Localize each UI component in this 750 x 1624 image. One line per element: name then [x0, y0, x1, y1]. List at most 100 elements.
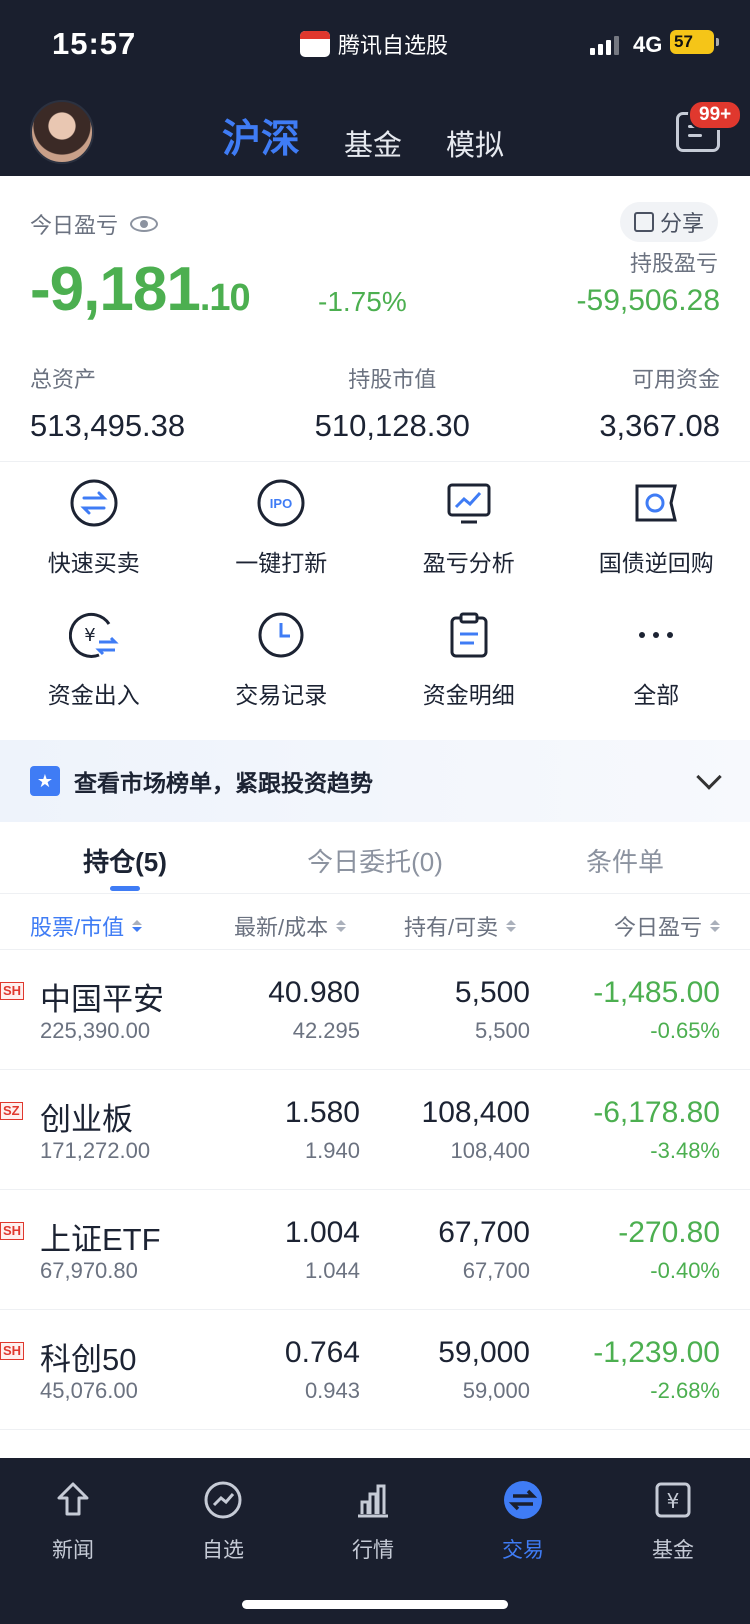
- cost-price: 1.940: [304, 1138, 360, 1163]
- today-pnl: -270.80: [618, 1216, 720, 1249]
- top-bar: 15:57 腾讯自选股 4G 57 沪深 基金 模拟 99+: [0, 0, 750, 176]
- sort-icon: [336, 920, 347, 932]
- nav-fund[interactable]: ¥ 基金: [633, 1480, 713, 1564]
- holding-pnl-value: -59,506.28: [576, 284, 720, 317]
- sort-price-cost[interactable]: 最新/成本: [234, 910, 347, 942]
- app-logo-icon: [300, 31, 330, 57]
- table-row[interactable]: SH 中国平安 225,390.00 40.980 42.295 5,500 5…: [0, 950, 750, 1070]
- action-label: 资金明细: [422, 682, 515, 708]
- avatar[interactable]: [30, 100, 94, 164]
- watchlist-icon: [203, 1480, 243, 1520]
- tab-today-orders[interactable]: 今日委托(0): [250, 822, 500, 893]
- nav-watchlist[interactable]: 自选: [183, 1480, 263, 1564]
- action-fund-details[interactable]: 资金明细: [375, 608, 563, 710]
- table-row[interactable]: SH 上证ETF 67,970.80 1.004 1.044 67,700 67…: [0, 1190, 750, 1310]
- action-grid: 快速买卖 IPO 一键打新 盈亏分析 国债逆回购 ¥ 资金出入 交易记录 资金明…: [0, 476, 750, 710]
- chevron-down-icon[interactable]: [696, 764, 722, 790]
- table-row[interactable]: SZ 创业板 171,272.00 1.580 1.940 108,400 10…: [0, 1070, 750, 1190]
- tab-positions[interactable]: 持仓(5): [0, 822, 250, 893]
- table-row[interactable]: SH 科创50 45,076.00 0.764 0.943 59,000 59,…: [0, 1310, 750, 1430]
- action-quick-trade[interactable]: 快速买卖: [0, 476, 188, 578]
- app-name: 腾讯自选股: [300, 28, 448, 60]
- stock-name: 科创50: [40, 1342, 137, 1377]
- holding-qty: 59,000: [438, 1336, 530, 1369]
- ipo-icon: IPO: [254, 476, 308, 530]
- clock-icon: [254, 608, 308, 662]
- column-label: 最新/成本: [234, 915, 329, 940]
- sort-today-pnl[interactable]: 今日盈亏: [614, 910, 720, 942]
- action-pnl-analysis[interactable]: 盈亏分析: [375, 476, 563, 578]
- tab-conditional-orders[interactable]: 条件单: [500, 822, 750, 893]
- swap-icon: [67, 476, 121, 530]
- market-value: 45,076.00: [40, 1378, 138, 1403]
- market-value-value: 510,128.30: [314, 408, 470, 443]
- action-label: 交易记录: [235, 682, 328, 708]
- today-pnl: -1,239.00: [593, 1336, 720, 1369]
- nav-label: 自选: [202, 1539, 244, 1562]
- today-pnl-pct: -1.75%: [318, 286, 407, 317]
- fund-icon: ¥: [653, 1480, 693, 1520]
- action-ipo[interactable]: IPO 一键打新: [188, 476, 376, 578]
- more-icon: [629, 608, 683, 662]
- total-assets-label: 总资产: [30, 367, 97, 392]
- today-pnl-pct: -3.48%: [650, 1138, 720, 1163]
- sort-stock-value[interactable]: 股票/市值: [30, 910, 143, 942]
- market-rank-banner[interactable]: ★ 查看市场榜单，紧跟投资趋势: [0, 740, 750, 822]
- action-reverse-repo[interactable]: 国债逆回购: [563, 476, 750, 578]
- market-tag: SH: [0, 1222, 25, 1240]
- position-tabs: 持仓(5) 今日委托(0) 条件单: [0, 822, 750, 894]
- cost-price: 0.943: [304, 1378, 360, 1403]
- column-label: 今日盈亏: [613, 915, 702, 940]
- stock-name: 上证ETF: [40, 1222, 161, 1257]
- today-pnl-int: -9,181: [30, 255, 201, 324]
- nav-market[interactable]: 行情: [333, 1480, 413, 1564]
- pnl-summary: 今日盈亏 分享 -9,181.10 -1.75% 持股盈亏 -59,506.28…: [0, 176, 750, 462]
- latest-price: 1.004: [284, 1216, 360, 1249]
- tab-fund[interactable]: 基金: [344, 122, 402, 164]
- action-all[interactable]: 全部: [563, 608, 750, 710]
- action-label: 快速买卖: [47, 550, 140, 576]
- market-tag: SZ: [0, 1102, 23, 1120]
- today-pnl-pct: -0.40%: [650, 1258, 720, 1283]
- banner-text: 查看市场榜单，紧跟投资趋势: [74, 770, 373, 796]
- action-label: 一键打新: [235, 550, 328, 576]
- available-qty: 108,400: [450, 1138, 530, 1163]
- today-pnl-pct: -0.65%: [650, 1018, 720, 1043]
- nav-label: 新闻: [52, 1539, 94, 1562]
- sort-qty-avail[interactable]: 持有/可卖: [404, 910, 517, 942]
- action-label: 盈亏分析: [422, 550, 515, 576]
- share-button[interactable]: 分享: [620, 202, 719, 242]
- asset-stats: 总资产 513,495.38 持股市值 510,128.30 可用资金 3,36…: [30, 362, 720, 444]
- home-indicator[interactable]: [242, 1600, 508, 1609]
- action-trade-records[interactable]: 交易记录: [188, 608, 376, 710]
- action-label: 国债逆回购: [598, 550, 714, 576]
- cash-value: 3,367.08: [599, 408, 720, 443]
- market-tabs: 沪深 基金 模拟: [222, 108, 504, 164]
- action-label: 资金出入: [47, 682, 140, 708]
- today-pnl: -1,485.00: [593, 976, 720, 1009]
- monitor-chart-icon: [442, 476, 496, 530]
- market-icon: [353, 1480, 393, 1520]
- market-value-label: 持股市值: [348, 367, 437, 392]
- action-fund-transfer[interactable]: ¥ 资金出入: [0, 608, 188, 710]
- message-badge: 99+: [688, 100, 743, 130]
- news-icon: [53, 1480, 93, 1520]
- eye-icon[interactable]: [130, 216, 159, 232]
- market-tag: SH: [0, 1342, 25, 1360]
- available-qty: 67,700: [462, 1258, 530, 1283]
- market-value: 171,272.00: [40, 1138, 151, 1163]
- nav-trade[interactable]: 交易: [483, 1480, 563, 1564]
- column-label: 股票/市值: [30, 915, 125, 940]
- table-header: 股票/市值 最新/成本 持有/可卖 今日盈亏: [0, 896, 750, 950]
- available-qty: 5,500: [474, 1018, 530, 1043]
- nav-news[interactable]: 新闻: [33, 1480, 113, 1564]
- tab-simulate[interactable]: 模拟: [446, 122, 504, 164]
- cash-label: 可用资金: [631, 367, 720, 392]
- action-label: 全部: [633, 682, 680, 708]
- column-label: 持有/可卖: [404, 915, 499, 940]
- tab-hushen[interactable]: 沪深: [222, 108, 300, 164]
- battery-level: 57: [674, 32, 693, 51]
- market-value: 225,390.00: [40, 1018, 151, 1043]
- trade-icon: [503, 1480, 543, 1520]
- nav-label: 交易: [502, 1539, 544, 1562]
